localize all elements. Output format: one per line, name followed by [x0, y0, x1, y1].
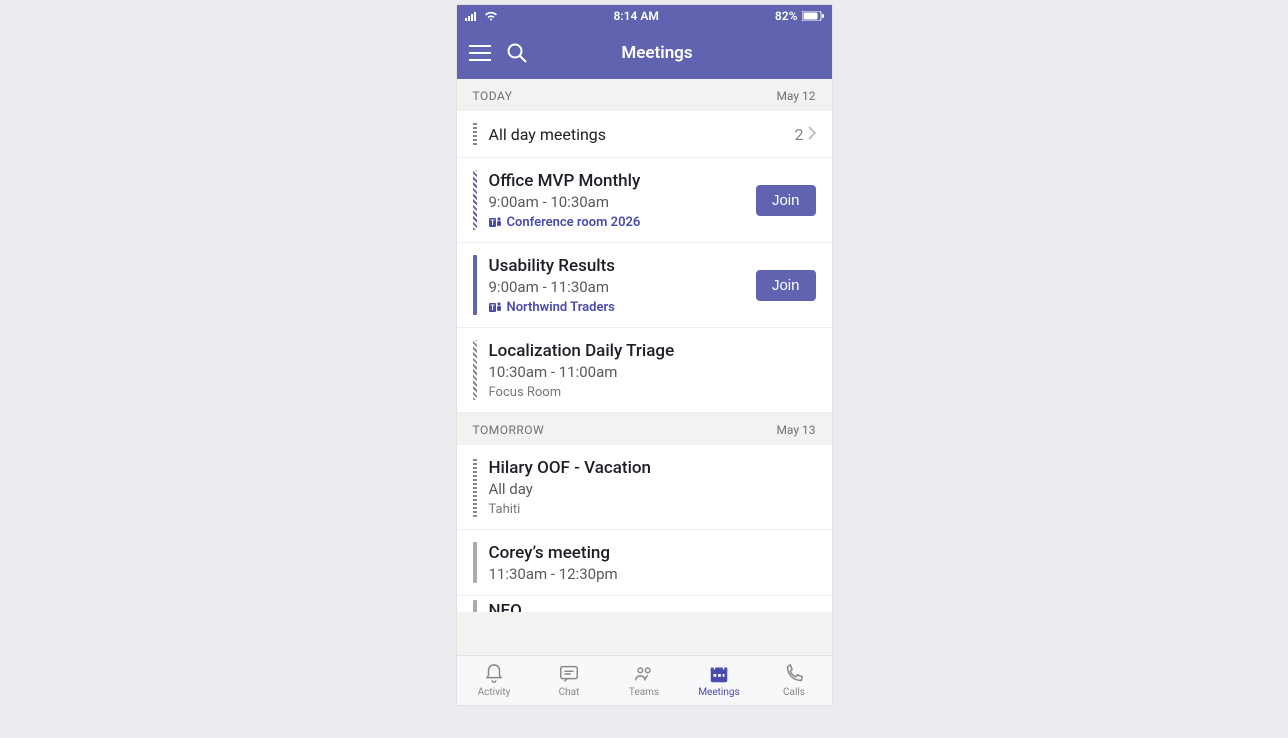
- meeting-time: 10:30am - 11:00am: [489, 363, 816, 381]
- search-button[interactable]: [507, 43, 527, 63]
- chevron-right-icon: [808, 125, 816, 144]
- tab-calls[interactable]: Calls: [757, 656, 832, 705]
- teams-icon: T: [489, 301, 502, 314]
- section-date: May 12: [776, 89, 815, 103]
- allday-count: 2: [795, 125, 804, 144]
- page-title: Meetings: [543, 43, 772, 63]
- meeting-title: Corey’s meeting: [489, 542, 816, 564]
- allday-label: All day meetings: [489, 125, 795, 144]
- meeting-item[interactable]: NEO: [457, 596, 832, 612]
- section-date: May 13: [776, 423, 815, 437]
- status-battery: 82%: [775, 9, 798, 23]
- meeting-location: T Conference room 2026: [489, 215, 744, 230]
- meeting-title: Office MVP Monthly: [489, 170, 744, 192]
- wifi-icon: [484, 11, 498, 21]
- teams-icon: [633, 663, 655, 685]
- phone-icon: [783, 663, 805, 685]
- status-bar: 8:14 AM 82%: [457, 5, 832, 27]
- join-button[interactable]: Join: [756, 185, 816, 216]
- meeting-time: 9:00am - 11:30am: [489, 278, 744, 296]
- meeting-time: All day: [489, 480, 816, 498]
- section-header-tomorrow: TOMORROW May 13: [457, 413, 832, 445]
- tab-bar: Activity Chat Teams Meetings Calls: [457, 655, 832, 705]
- section-label: TOMORROW: [473, 423, 545, 437]
- tab-label: Meetings: [698, 687, 739, 698]
- meeting-location: Tahiti: [489, 502, 816, 517]
- meeting-item[interactable]: Hilary OOF - Vacation All day Tahiti: [457, 445, 832, 530]
- meeting-item[interactable]: Corey’s meeting 11:30am - 12:30pm: [457, 530, 832, 596]
- meeting-title: Usability Results: [489, 255, 744, 277]
- meeting-location: T Northwind Traders: [489, 300, 744, 315]
- meeting-title: NEO: [489, 600, 816, 612]
- meeting-location: Focus Room: [489, 385, 816, 400]
- tab-meetings[interactable]: Meetings: [682, 656, 757, 705]
- join-button[interactable]: Join: [756, 270, 816, 301]
- meeting-accent-icon: [473, 340, 477, 400]
- allday-accent-icon: [473, 123, 477, 145]
- section-header-today: TODAY May 12: [457, 79, 832, 111]
- tab-activity[interactable]: Activity: [457, 656, 532, 705]
- calendar-icon: [708, 663, 730, 685]
- meeting-title: Localization Daily Triage: [489, 340, 816, 362]
- content-area: TODAY May 12 All day meetings 2 Office M…: [457, 79, 832, 655]
- meeting-time: 9:00am - 10:30am: [489, 193, 744, 211]
- meeting-time: 11:30am - 12:30pm: [489, 565, 816, 583]
- teams-icon: T: [489, 216, 502, 229]
- svg-text:T: T: [490, 304, 495, 312]
- tab-label: Calls: [783, 687, 805, 698]
- meeting-accent-icon: [473, 542, 477, 583]
- app-header: Meetings: [457, 27, 832, 79]
- all-day-meetings-row[interactable]: All day meetings 2: [457, 111, 832, 158]
- status-time: 8:14 AM: [614, 9, 659, 23]
- meeting-item[interactable]: Localization Daily Triage 10:30am - 11:0…: [457, 328, 832, 413]
- meeting-title: Hilary OOF - Vacation: [489, 457, 816, 479]
- chat-icon: [558, 663, 580, 685]
- meeting-accent-icon: [473, 255, 477, 315]
- cell-signal-icon: [465, 11, 480, 21]
- tab-teams[interactable]: Teams: [607, 656, 682, 705]
- meeting-accent-icon: [473, 600, 477, 612]
- battery-icon: [802, 11, 824, 21]
- tab-label: Teams: [629, 687, 659, 698]
- meeting-accent-icon: [473, 457, 477, 517]
- section-label: TODAY: [473, 89, 513, 103]
- meeting-item[interactable]: Usability Results 9:00am - 11:30am T Nor…: [457, 243, 832, 328]
- hamburger-menu-button[interactable]: [469, 45, 491, 61]
- meeting-accent-icon: [473, 170, 477, 230]
- tab-label: Chat: [559, 687, 580, 698]
- tab-chat[interactable]: Chat: [532, 656, 607, 705]
- svg-text:T: T: [490, 219, 495, 227]
- bell-icon: [483, 663, 505, 685]
- meeting-item[interactable]: Office MVP Monthly 9:00am - 10:30am T Co…: [457, 158, 832, 243]
- tab-label: Activity: [478, 687, 511, 698]
- phone-frame: 8:14 AM 82% Meetings TODAY May 12 All da…: [457, 5, 832, 705]
